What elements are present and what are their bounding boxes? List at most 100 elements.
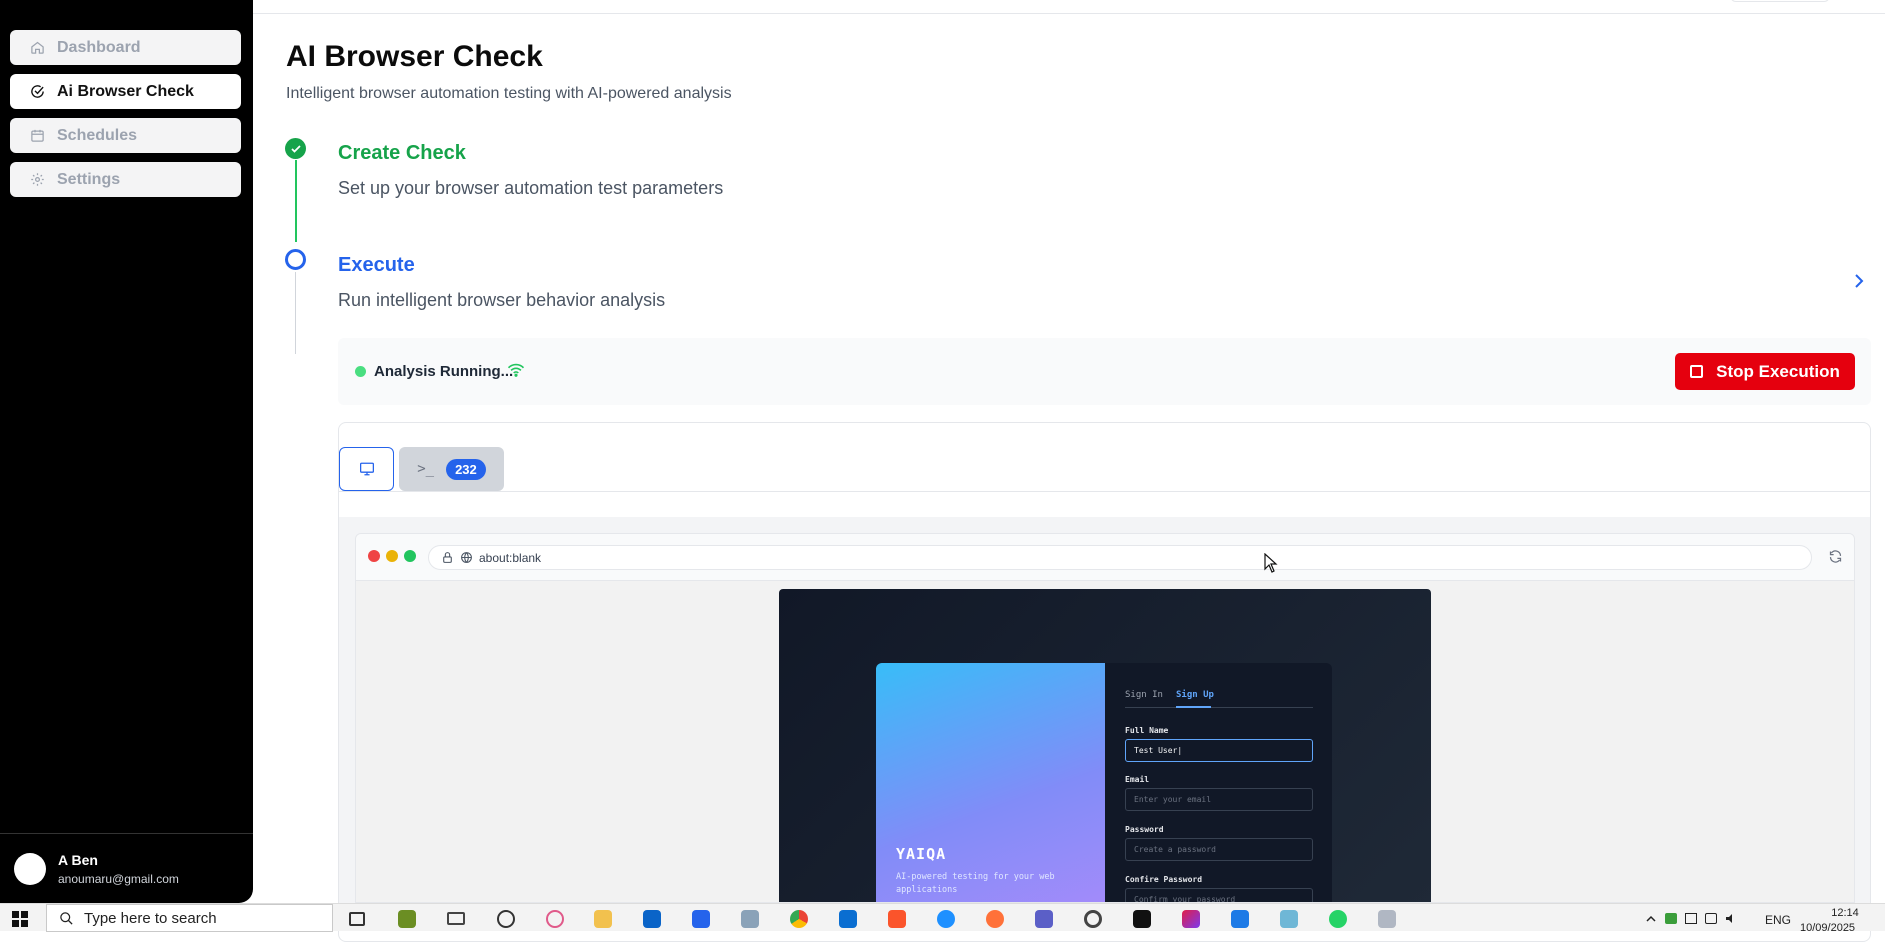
header-button[interactable] (1730, 0, 1830, 2)
window-minimize-dot (386, 550, 398, 562)
tabs-divider (338, 491, 1871, 492)
step-active-indicator (285, 249, 306, 270)
app-icon-2[interactable] (1280, 910, 1298, 928)
volume-icon[interactable] (1725, 913, 1737, 924)
taskbar: Type here to search ENG 12:14 10/09/2025 (0, 903, 1885, 934)
chevron-up-icon[interactable] (1645, 913, 1657, 924)
file-explorer-icon[interactable] (594, 910, 612, 928)
sidebar-item-ai-browser-check[interactable]: Ai Browser Check (10, 74, 241, 109)
browser-toolbar: about:blank (356, 534, 1854, 581)
jetbrains-icon[interactable] (1182, 910, 1200, 928)
search-icon (60, 911, 73, 925)
monitor-app-icon[interactable] (447, 912, 465, 925)
wifi-icon (507, 363, 525, 377)
battery-icon[interactable] (1705, 913, 1717, 924)
execution-status-bar (338, 338, 1871, 405)
step-description: Run intelligent browser behavior analysi… (338, 290, 666, 310)
reload-icon[interactable] (1828, 549, 1843, 564)
clock-time[interactable]: 12:14 (1815, 907, 1875, 919)
language-indicator[interactable]: ENG (1765, 913, 1791, 927)
sidebar-item-label: Dashboard (57, 38, 141, 56)
window-maximize-dot (404, 550, 416, 562)
sidebar-item-dashboard[interactable]: Dashboard (10, 30, 241, 65)
confirm-password-label: Confire Password (1125, 875, 1203, 884)
sidebar-item-schedules[interactable]: Schedules (10, 118, 241, 153)
windows-start-icon[interactable] (12, 911, 28, 927)
address-bar[interactable]: about:blank (428, 545, 1812, 570)
monitor-icon (359, 462, 374, 476)
full-name-field[interactable]: Test User| (1125, 739, 1313, 762)
page-subtitle: Intelligent browser automation testing w… (286, 85, 732, 102)
cursor-app-icon[interactable] (1133, 910, 1151, 928)
status-text: Analysis Running... (374, 363, 514, 380)
email-label: Email (1125, 775, 1150, 784)
outlook-icon[interactable] (643, 910, 661, 928)
full-name-label: Full Name (1125, 726, 1169, 735)
step-connector (295, 160, 297, 242)
sidebar-item-settings[interactable]: Settings (10, 162, 241, 197)
stop-execution-button[interactable]: Stop Execution (1675, 353, 1855, 390)
clock-app-icon[interactable] (497, 910, 515, 928)
outlook-classic-icon[interactable] (839, 910, 857, 928)
notepad-app-icon[interactable] (398, 910, 416, 928)
window-close-dot (368, 550, 380, 562)
network-icon[interactable] (1685, 913, 1697, 924)
brand-logo: YAIQA (896, 845, 947, 863)
chrome-icon[interactable] (790, 910, 808, 928)
firefox-icon[interactable] (986, 910, 1004, 928)
console-count-badge: 232 (446, 458, 486, 480)
tray-app-icon[interactable] (1665, 913, 1677, 924)
brand-panel: YAIQA AI-powered testing for your web ap… (876, 663, 1105, 902)
taskbar-search-placeholder: Type here to search (84, 909, 217, 927)
user-name: A Ben (58, 852, 98, 868)
address-url: about:blank (479, 550, 542, 565)
password-label: Password (1125, 825, 1164, 834)
step-title-create-check[interactable]: Create Check (338, 142, 466, 165)
whatsapp-icon[interactable] (1329, 910, 1347, 928)
avatar[interactable] (14, 853, 46, 885)
tab-sign-in[interactable]: Sign In (1125, 690, 1163, 700)
stop-icon (1690, 365, 1704, 378)
tab-sign-up[interactable]: Sign Up (1176, 690, 1214, 700)
step-description: Set up your browser automation test para… (338, 178, 724, 198)
tab-screen-view[interactable] (339, 447, 394, 491)
app-icon[interactable] (741, 910, 759, 928)
tab-console-logs[interactable]: >_ 232 (399, 447, 504, 491)
browser-window: about:blank YAIQA AI-powered testing for… (355, 533, 1855, 903)
chevron-right-icon[interactable] (1852, 272, 1866, 290)
brave-icon[interactable] (888, 910, 906, 928)
settings-app-icon[interactable] (1084, 910, 1102, 928)
page-screenshot: YAIQA AI-powered testing for your web ap… (779, 589, 1431, 902)
step-title-execute[interactable]: Execute (338, 254, 415, 277)
teams-icon[interactable] (1035, 910, 1053, 928)
confirm-password-field[interactable]: Confirm your password (1125, 888, 1313, 902)
password-field[interactable]: Create a password (1125, 838, 1313, 861)
gear-icon (31, 173, 44, 186)
sidebar-item-label: Settings (57, 170, 121, 188)
sidebar-item-label: Ai Browser Check (57, 82, 194, 100)
snipping-tool-icon[interactable] (546, 910, 564, 928)
terminal-icon: >_ (417, 461, 435, 477)
photos-app-icon[interactable] (1378, 910, 1396, 928)
app-store-icon[interactable] (937, 910, 955, 928)
page-title: AI Browser Check (286, 40, 543, 73)
stop-execution-label: Stop Execution (1716, 361, 1840, 381)
email-field[interactable]: Enter your email (1125, 788, 1313, 811)
lock-icon (443, 552, 452, 563)
auth-form: Sign In Sign Up Full Name Test User| Ema… (1105, 663, 1332, 902)
sidebar: Dashboard Ai Browser Check Schedules Set… (0, 0, 253, 903)
todo-app-icon[interactable] (1231, 910, 1249, 928)
taskbar-search[interactable]: Type here to search (46, 904, 333, 932)
globe-icon (461, 552, 472, 563)
task-view-icon[interactable] (349, 912, 365, 926)
step-connector (295, 272, 296, 354)
home-icon (31, 41, 44, 54)
step-complete-indicator (285, 138, 306, 159)
sidebar-item-label: Schedules (57, 126, 138, 144)
check-circle-icon (31, 85, 44, 98)
sidebar-divider (0, 833, 253, 834)
status-indicator-dot (355, 366, 366, 377)
mouse-cursor-icon (1264, 553, 1278, 573)
microsoft-store-icon[interactable] (692, 910, 710, 928)
clock-date[interactable]: 10/09/2025 (1800, 922, 1855, 934)
